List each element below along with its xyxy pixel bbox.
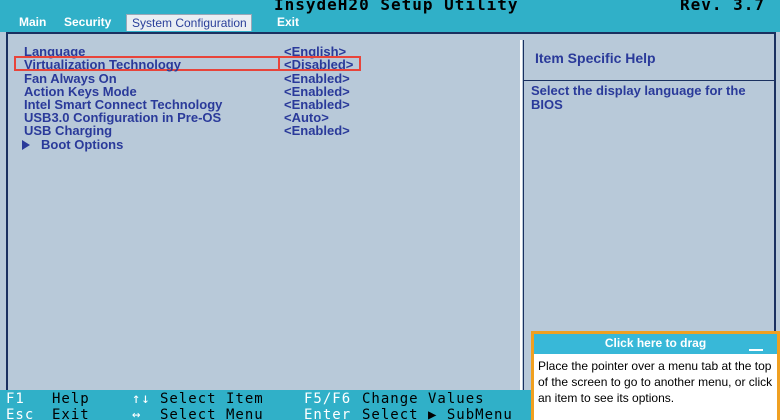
- key-esc: Esc: [6, 407, 35, 420]
- bios-screen: InsydeH20 Setup Utility Rev. 3.7 Main Se…: [0, 0, 780, 420]
- key-up-down-desc: Select Item: [160, 391, 264, 407]
- panel-divider: [520, 40, 522, 392]
- setting-value-virtualization[interactable]: <Disabled>: [284, 58, 353, 71]
- help-title-separator: [524, 80, 774, 81]
- tab-security[interactable]: Security: [59, 14, 116, 31]
- key-f5-f6-desc: Change Values: [362, 391, 485, 407]
- tab-main[interactable]: Main: [14, 14, 51, 31]
- title-bar: InsydeH20 Setup Utility Rev. 3.7 Main Se…: [0, 0, 780, 32]
- submenu-boot-options[interactable]: Boot Options: [41, 138, 123, 151]
- key-f5-f6: F5/F6: [304, 391, 352, 407]
- tab-exit[interactable]: Exit: [272, 14, 304, 31]
- submenu-arrow-icon: [22, 140, 30, 150]
- key-enter: Enter: [304, 407, 352, 420]
- menu-bar: Main Security System Configuration Exit: [0, 14, 780, 31]
- panel-divider-shadow: [523, 40, 524, 392]
- key-esc-desc: Exit: [52, 407, 90, 420]
- window-title: InsydeH20 Setup Utility: [274, 0, 519, 14]
- key-up-down: ↑↓: [132, 391, 151, 407]
- revision-label: Rev. 3.7: [680, 0, 766, 14]
- help-title: Item Specific Help: [535, 50, 656, 66]
- tab-system-configuration[interactable]: System Configuration: [126, 14, 252, 31]
- key-f1: F1: [6, 391, 25, 407]
- key-f1-desc: Help: [52, 391, 90, 407]
- key-enter-desc: Select ▶ SubMenu: [362, 407, 513, 420]
- setting-label-usb-charging[interactable]: USB Charging: [24, 124, 112, 137]
- setting-value-usb-charging[interactable]: <Enabled>: [284, 124, 350, 137]
- help-text: Select the display language for the BIOS: [531, 83, 746, 112]
- minimize-icon[interactable]: [749, 349, 763, 351]
- drag-handle[interactable]: Click here to drag: [534, 334, 777, 354]
- drag-help-panel[interactable]: Click here to drag Place the pointer ove…: [531, 331, 780, 420]
- key-left-right: ↔: [132, 407, 142, 420]
- key-left-right-desc: Select Menu: [160, 407, 264, 420]
- setting-label-virtualization[interactable]: Virtualization Technology: [24, 58, 181, 71]
- selection-highlight-split: [278, 56, 280, 71]
- drag-panel-text: Place the pointer over a menu tab at the…: [538, 359, 773, 405]
